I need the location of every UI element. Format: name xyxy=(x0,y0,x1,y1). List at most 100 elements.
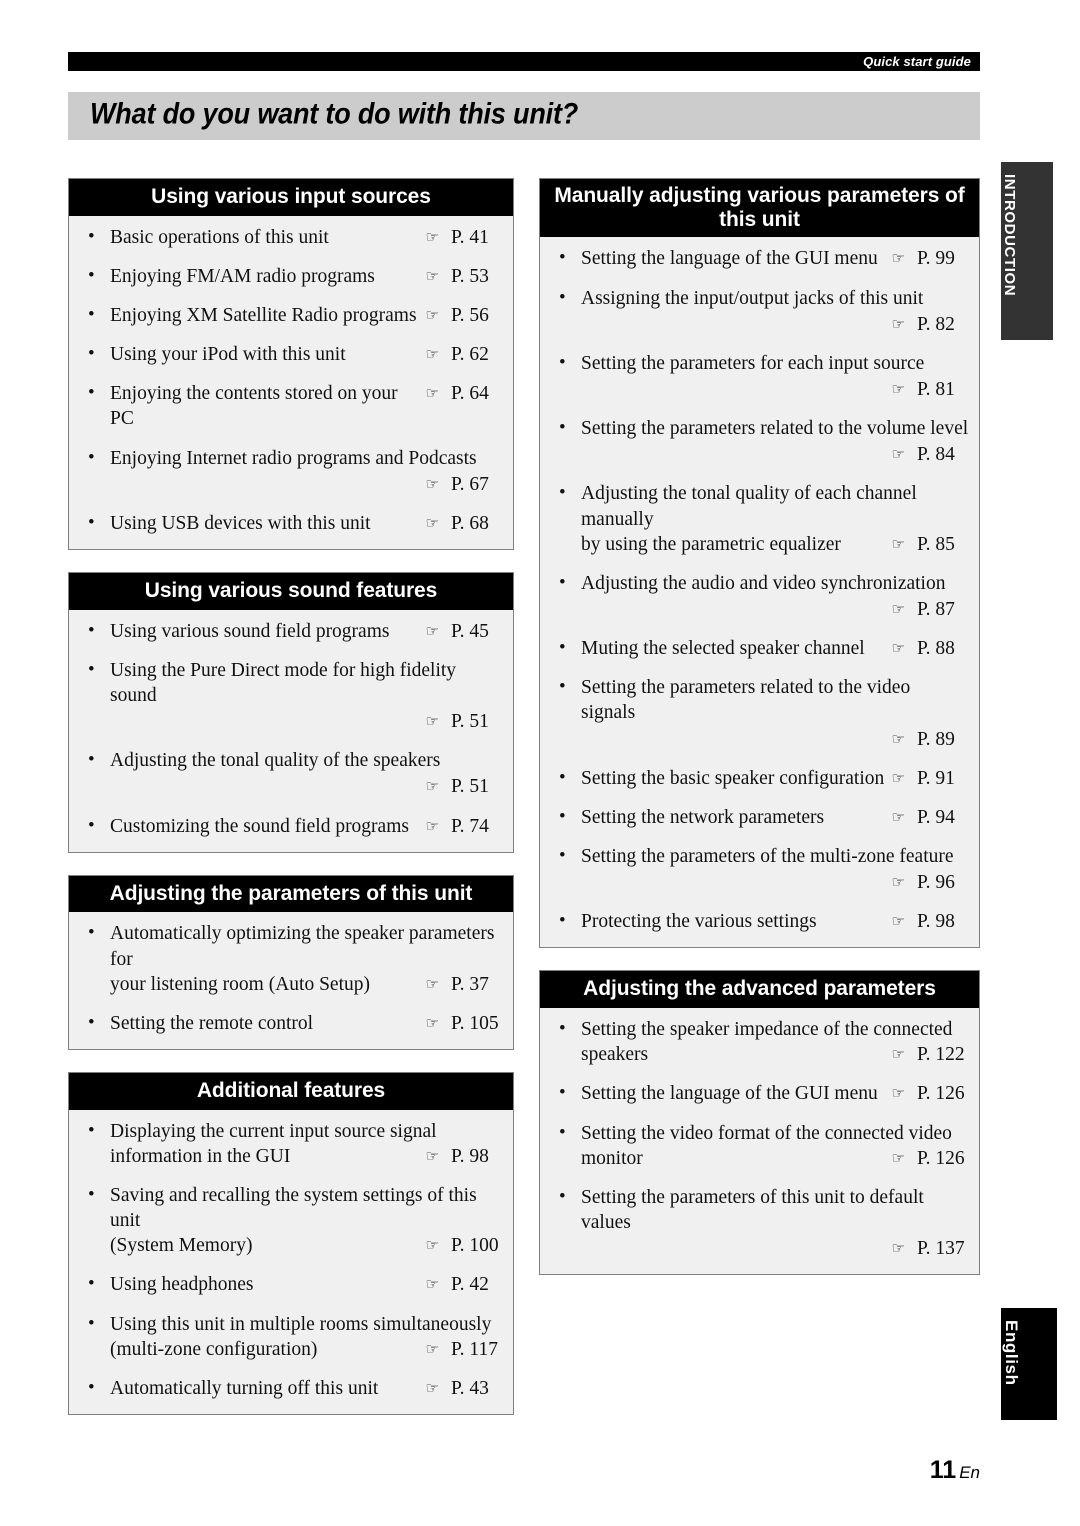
page-reference[interactable]: ☞ P. 51 xyxy=(426,709,503,734)
topic-item-label: Using USB devices with this unit xyxy=(110,512,371,534)
page-reference[interactable]: ☞ P. 67 xyxy=(426,472,503,497)
pointing-hand-icon: ☞ xyxy=(891,731,905,748)
pointing-hand-icon: ☞ xyxy=(425,623,439,640)
page-number-reference: P. 81 xyxy=(917,379,955,400)
page-reference[interactable]: ☞ P. 51 xyxy=(426,774,503,799)
pointing-hand-icon: ☞ xyxy=(425,1341,439,1358)
page-number-reference: P. 67 xyxy=(451,473,489,495)
page-reference[interactable]: ☞ P. 100 xyxy=(426,1233,503,1258)
page-number-reference: P. 126 xyxy=(917,1147,965,1169)
page-reference[interactable]: ☞ P. 62 xyxy=(426,342,503,367)
page-reference[interactable]: ☞ P. 82 xyxy=(892,312,969,337)
topic-list-item[interactable]: • Setting the parameters of the multi-zon… xyxy=(550,844,969,895)
topic-list-item[interactable]: • Automatically turning off this unit ☞ P. … xyxy=(79,1376,503,1401)
page-reference[interactable]: ☞ P. 43 xyxy=(426,1376,503,1401)
page-reference[interactable]: ☞ P. 68 xyxy=(426,511,503,536)
page-reference[interactable]: ☞ P. 64 xyxy=(426,381,503,406)
page-reference[interactable]: ☞ P. 89 xyxy=(892,727,969,752)
topic-list-item[interactable]: • Setting the parameters of this unit to … xyxy=(550,1185,969,1261)
topic-list-item[interactable]: • Using USB devices with this unit ☞ P. 68 xyxy=(79,511,503,536)
page-reference[interactable]: ☞ P. 94 xyxy=(892,805,969,830)
page-number-reference: P. 53 xyxy=(451,265,489,287)
page-reference[interactable]: ☞ P. 81 xyxy=(892,377,969,402)
pointing-hand-icon: ☞ xyxy=(425,1148,439,1165)
page-reference[interactable]: ☞ P. 96 xyxy=(892,870,969,895)
topic-box-body: • Displaying the current input source sig… xyxy=(69,1110,513,1414)
topic-list-item[interactable]: • Using this unit in multiple rooms simul… xyxy=(79,1312,503,1362)
page-reference[interactable]: ☞ P. 105 xyxy=(426,1011,503,1036)
bullet-icon: • xyxy=(88,619,95,641)
bullet-icon: • xyxy=(559,637,566,659)
page-reference[interactable]: ☞ P. 37 xyxy=(426,972,503,997)
pointing-hand-icon: ☞ xyxy=(891,536,905,553)
page-reference[interactable]: ☞ P. 56 xyxy=(426,303,503,328)
topic-list-item[interactable]: • Adjusting the tonal quality of each cha… xyxy=(550,481,969,556)
page-title-band: What do you want to do with this unit? xyxy=(68,92,980,140)
topic-list-item[interactable]: • Setting the parameters related to the v… xyxy=(550,416,969,467)
page-reference[interactable]: ☞ P. 137 xyxy=(892,1236,969,1261)
page-reference[interactable]: ☞ P. 91 xyxy=(892,766,969,791)
topic-list-item[interactable]: • Enjoying Internet radio programs and Po… xyxy=(79,446,503,497)
page-reference[interactable]: ☞ P. 45 xyxy=(426,619,503,644)
topic-list-item[interactable]: • Setting the video format of the connect… xyxy=(550,1121,969,1171)
topic-list-item[interactable]: • Setting the parameters related to the v… xyxy=(550,675,969,751)
bullet-icon: • xyxy=(88,1119,95,1141)
page-number-reference: P. 74 xyxy=(451,815,489,837)
topic-list-item[interactable]: • Displaying the current input source sig… xyxy=(79,1119,503,1169)
page-reference[interactable]: ☞ P. 53 xyxy=(426,264,503,289)
topic-box-body: • Setting the speaker impedance of the co… xyxy=(540,1008,979,1274)
topic-list-item[interactable]: • Setting the remote control ☞ P. 105 xyxy=(79,1011,503,1036)
bullet-icon: • xyxy=(559,286,566,308)
page-reference[interactable]: ☞ P. 42 xyxy=(426,1272,503,1297)
topic-list-item[interactable]: • Using the Pure Direct mode for high fid… xyxy=(79,658,503,734)
bullet-icon: • xyxy=(559,766,566,788)
topic-list-item[interactable]: • Setting the language of the GUI menu ☞ P.… xyxy=(550,246,969,271)
topic-list-item[interactable]: • Enjoying the contents stored on your PC… xyxy=(79,381,503,431)
topic-list-item[interactable]: • Setting the language of the GUI menu ☞ P.… xyxy=(550,1081,969,1106)
page-reference[interactable]: ☞ P. 85 xyxy=(892,532,969,557)
topic-list-item[interactable]: • Muting the selected speaker channel ☞ P. … xyxy=(550,636,969,661)
topic-list-item[interactable]: • Enjoying FM/AM radio programs ☞ P. 53 xyxy=(79,264,503,289)
pointing-hand-icon: ☞ xyxy=(425,976,439,993)
page-reference[interactable]: ☞ P. 88 xyxy=(892,636,969,661)
topic-item-row: Setting the language of the GUI menu ☞ P. … xyxy=(581,246,969,271)
pointing-hand-icon: ☞ xyxy=(425,386,439,403)
topic-list-item[interactable]: • Setting the speaker impedance of the co… xyxy=(550,1017,969,1067)
topic-item-row: Protecting the various settings ☞ P. 98 xyxy=(581,909,969,934)
topic-list-item[interactable]: • Customizing the sound field programs ☞ P.… xyxy=(79,814,503,839)
page-reference[interactable]: ☞ P. 84 xyxy=(892,442,969,467)
pointing-hand-icon: ☞ xyxy=(891,641,905,658)
topic-box: Adjusting the advanced parameters • Settin… xyxy=(539,970,980,1276)
pointing-hand-icon: ☞ xyxy=(425,476,439,493)
topic-list-item[interactable]: • Using headphones ☞ P. 42 xyxy=(79,1272,503,1297)
page-number-reference: P. 105 xyxy=(451,1012,499,1034)
topic-list-item[interactable]: • Protecting the various settings ☞ P. 98 xyxy=(550,909,969,934)
page-reference[interactable]: ☞ P. 117 xyxy=(426,1337,503,1362)
page-reference[interactable]: ☞ P. 126 xyxy=(892,1146,969,1171)
page-reference[interactable]: ☞ P. 126 xyxy=(892,1081,969,1106)
page-reference[interactable]: ☞ P. 41 xyxy=(426,225,503,250)
page-number-reference: P. 87 xyxy=(917,598,955,620)
pointing-hand-icon: ☞ xyxy=(425,1015,439,1032)
pointing-hand-icon: ☞ xyxy=(891,1047,905,1064)
topic-list-item[interactable]: • Saving and recalling the system setting… xyxy=(79,1183,503,1258)
topic-list-item[interactable]: • Adjusting the tonal quality of the spea… xyxy=(79,748,503,799)
topic-list-item[interactable]: • Assigning the input/output jacks of thi… xyxy=(550,286,969,337)
topic-list-item[interactable]: • Automatically optimizing the speaker pa… xyxy=(79,921,503,996)
topic-list-item[interactable]: • Enjoying XM Satellite Radio programs ☞ P.… xyxy=(79,303,503,328)
page-reference[interactable]: ☞ P. 122 xyxy=(892,1042,969,1067)
topic-list-item[interactable]: • Basic operations of this unit ☞ P. 41 xyxy=(79,225,503,250)
page-reference[interactable]: ☞ P. 87 xyxy=(892,597,969,622)
topic-item-label: Adjusting the audio and video synchroniz… xyxy=(581,572,946,594)
topic-list-item[interactable]: • Using your iPod with this unit ☞ P. 62 xyxy=(79,342,503,367)
topic-list-item[interactable]: • Setting the basic speaker configuration… xyxy=(550,766,969,791)
topic-list-item[interactable]: • Using various sound field programs ☞ P. 4… xyxy=(79,619,503,644)
topic-item-label-continuation: your listening room (Auto Setup) xyxy=(110,973,370,995)
page-reference[interactable]: ☞ P. 99 xyxy=(892,246,969,271)
page-reference[interactable]: ☞ P. 98 xyxy=(892,909,969,934)
topic-list-item[interactable]: • Setting the network parameters ☞ P. 94 xyxy=(550,805,969,830)
page-reference[interactable]: ☞ P. 74 xyxy=(426,814,503,839)
page-reference[interactable]: ☞ P. 98 xyxy=(426,1144,503,1169)
topic-list-item[interactable]: • Adjusting the audio and video synchroni… xyxy=(550,571,969,622)
topic-list-item[interactable]: • Setting the parameters for each input s… xyxy=(550,351,969,402)
